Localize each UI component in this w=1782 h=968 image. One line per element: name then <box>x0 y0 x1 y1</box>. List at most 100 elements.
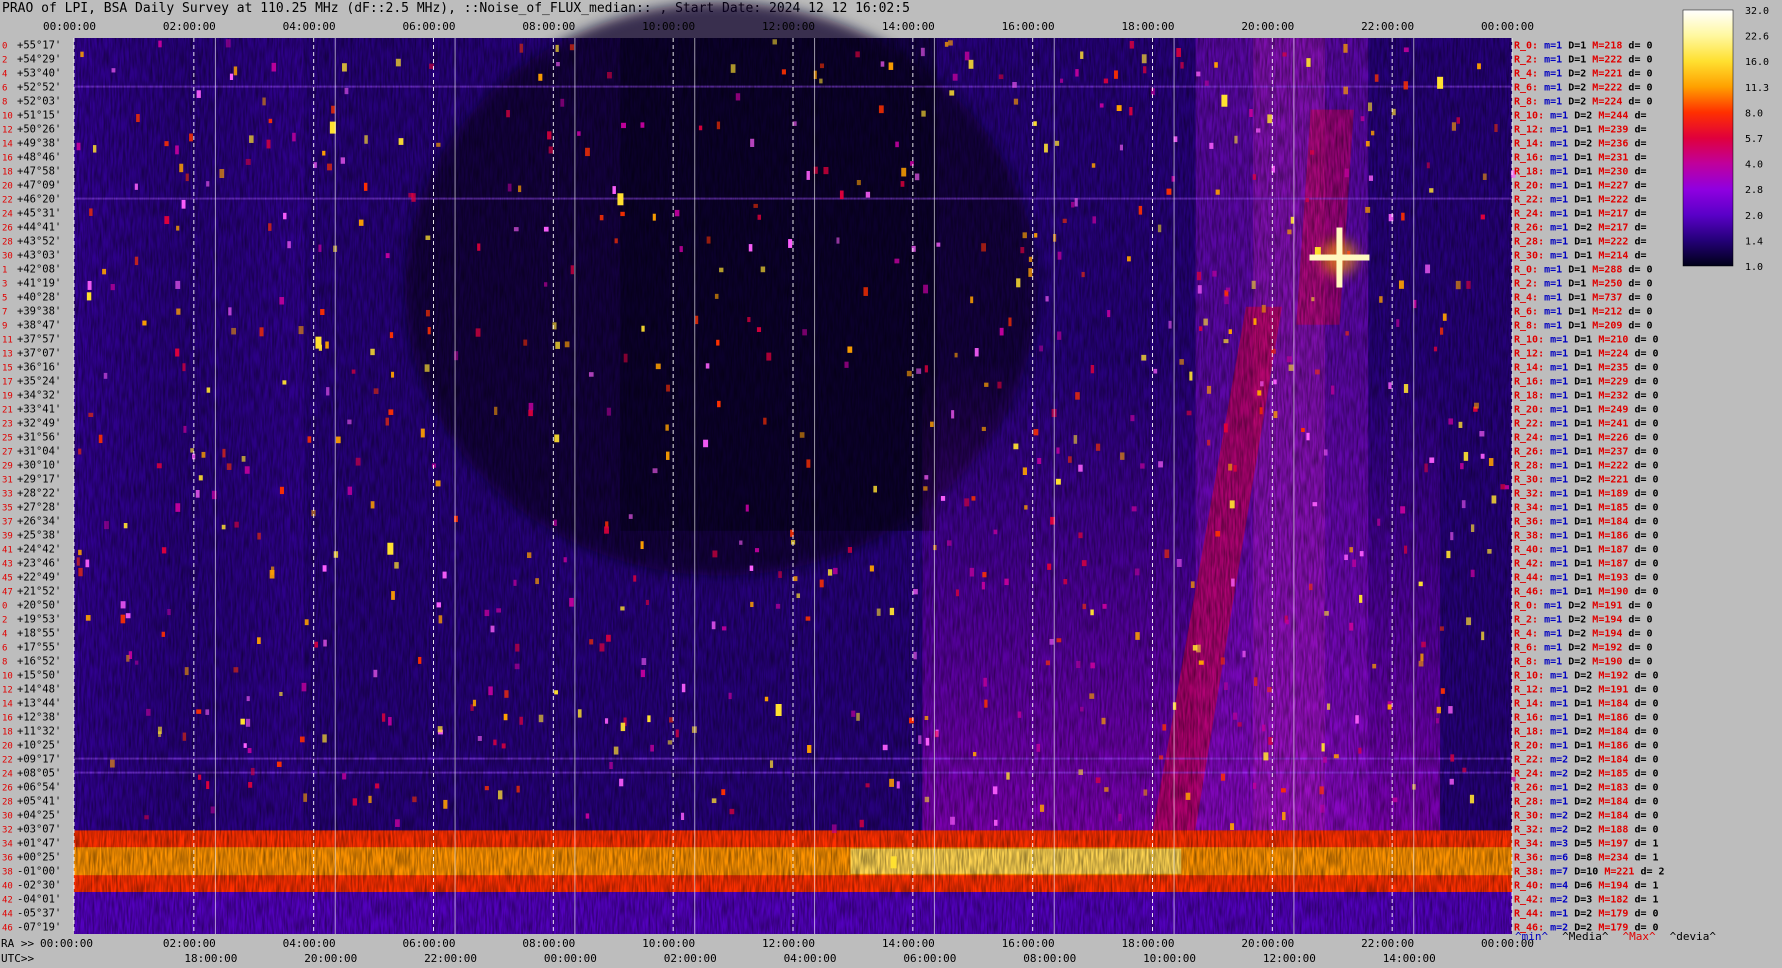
speckle <box>246 696 250 702</box>
speckle <box>968 59 974 69</box>
speckle <box>1081 560 1087 567</box>
stat-field: D=1 <box>1568 391 1592 402</box>
speckle <box>528 409 533 417</box>
row-id: 18 <box>2 168 13 178</box>
speckle <box>323 639 327 647</box>
stat-field: d= 1 <box>1628 881 1658 892</box>
dec-label: -05°37' <box>17 908 61 920</box>
speckle <box>1196 71 1201 77</box>
speckle <box>198 475 203 481</box>
speckle <box>535 578 539 585</box>
stat-field: D=2 <box>1562 97 1586 108</box>
stat-field: D=1 <box>1568 559 1592 570</box>
stat-field: M=185 <box>1592 503 1628 514</box>
dec-label: +19°53' <box>17 614 61 626</box>
stat-field: R_20: <box>1514 405 1544 416</box>
speckle <box>120 614 126 624</box>
speckle <box>1140 463 1145 469</box>
stat-field: d= 0 <box>1622 657 1652 668</box>
dec-label: +55°17' <box>17 40 61 52</box>
stat-field: M=184 <box>1592 699 1628 710</box>
speckle <box>503 713 508 721</box>
speckle <box>175 348 180 357</box>
speckle <box>647 715 651 723</box>
stat-field: D=2 <box>1568 909 1592 920</box>
row-id: 38 <box>2 868 13 878</box>
speckle <box>1330 385 1335 395</box>
speckle <box>1212 270 1217 277</box>
speckle <box>245 718 251 727</box>
stat-field: M=186 <box>1592 531 1628 542</box>
speckle <box>1460 463 1464 470</box>
speckle <box>1207 439 1211 446</box>
speckle <box>781 69 786 75</box>
stat-field: M=217 <box>1592 223 1628 234</box>
speckle <box>1433 346 1438 352</box>
stat-field: d= 0 <box>1628 811 1658 822</box>
speckle <box>103 372 108 379</box>
stat-field: D=1 <box>1568 251 1592 262</box>
speckle <box>197 774 202 780</box>
speckle <box>1075 69 1079 77</box>
stat-field: d= 0 <box>1628 713 1658 724</box>
speckle <box>245 158 251 165</box>
stat-field: R_14: <box>1514 699 1544 710</box>
speckle <box>969 567 975 577</box>
stat-field: m=1 <box>1544 699 1568 710</box>
colorbar-tick: 11.3 <box>1745 83 1769 94</box>
dec-label: +45°31' <box>17 208 61 220</box>
stat-field: M=230 <box>1592 167 1628 178</box>
stat-field: D=1 <box>1562 293 1586 304</box>
speckle <box>876 608 881 616</box>
speckle <box>1309 583 1313 591</box>
stat-field: M=226 <box>1592 433 1628 444</box>
stat-field: d= 0 <box>1628 517 1658 528</box>
utc-tick-label: 00:00:00 <box>544 952 597 965</box>
speckle <box>184 667 189 676</box>
speckle <box>544 282 548 287</box>
dec-label: +23°46' <box>17 558 61 570</box>
speckle <box>1439 327 1444 335</box>
stat-field: d= 1 <box>1628 839 1658 850</box>
speckle <box>681 812 685 821</box>
speckle <box>1344 168 1349 178</box>
colorbar-tick: 1.4 <box>1745 236 1763 247</box>
speckle <box>1080 51 1084 59</box>
speckle <box>1349 547 1353 553</box>
speckle <box>1237 722 1242 727</box>
speckle <box>930 421 934 427</box>
speckle <box>745 504 749 512</box>
stat-field: D=6 <box>1568 881 1592 892</box>
dec-label: +43°52' <box>17 236 61 248</box>
speckle <box>553 519 557 527</box>
speckle <box>555 341 560 349</box>
stat-field: D=2 <box>1562 83 1586 94</box>
stat-field: m=1 <box>1538 279 1562 290</box>
stat-row: R_30: m=2 D=2 M=184 d= 0 <box>1514 811 1659 822</box>
stat-field: M=183 <box>1592 783 1628 794</box>
speckle <box>98 434 103 444</box>
utc-tick-label: 20:00:00 <box>304 952 357 965</box>
speckle <box>964 51 970 61</box>
row-id: 32 <box>2 826 13 836</box>
top-tick-label: 06:00:00 <box>403 20 456 33</box>
speckle <box>87 280 92 290</box>
stat-row: R_40: m=1 D=1 M=187 d= 0 <box>1514 545 1659 556</box>
stat-row: R_2: m=1 D=1 M=250 d= 0 <box>1514 279 1653 290</box>
row-id: 8 <box>2 658 7 668</box>
speckle <box>750 601 754 608</box>
stat-field: d= 0 <box>1628 699 1658 710</box>
speckle <box>570 265 575 275</box>
speckle <box>104 521 109 530</box>
stat-field: m=1 <box>1544 797 1568 808</box>
speckle <box>1252 174 1257 180</box>
speckle <box>827 569 833 576</box>
stat-field: D=1 <box>1568 153 1592 164</box>
stat-field: M=217 <box>1592 209 1628 220</box>
speckle <box>142 320 147 326</box>
speckle <box>756 327 762 333</box>
stat-row: R_12: m=1 D=2 M=191 d= 0 <box>1514 685 1659 696</box>
speckle <box>1260 381 1264 387</box>
speckle <box>819 63 825 69</box>
speckle <box>1214 62 1218 68</box>
